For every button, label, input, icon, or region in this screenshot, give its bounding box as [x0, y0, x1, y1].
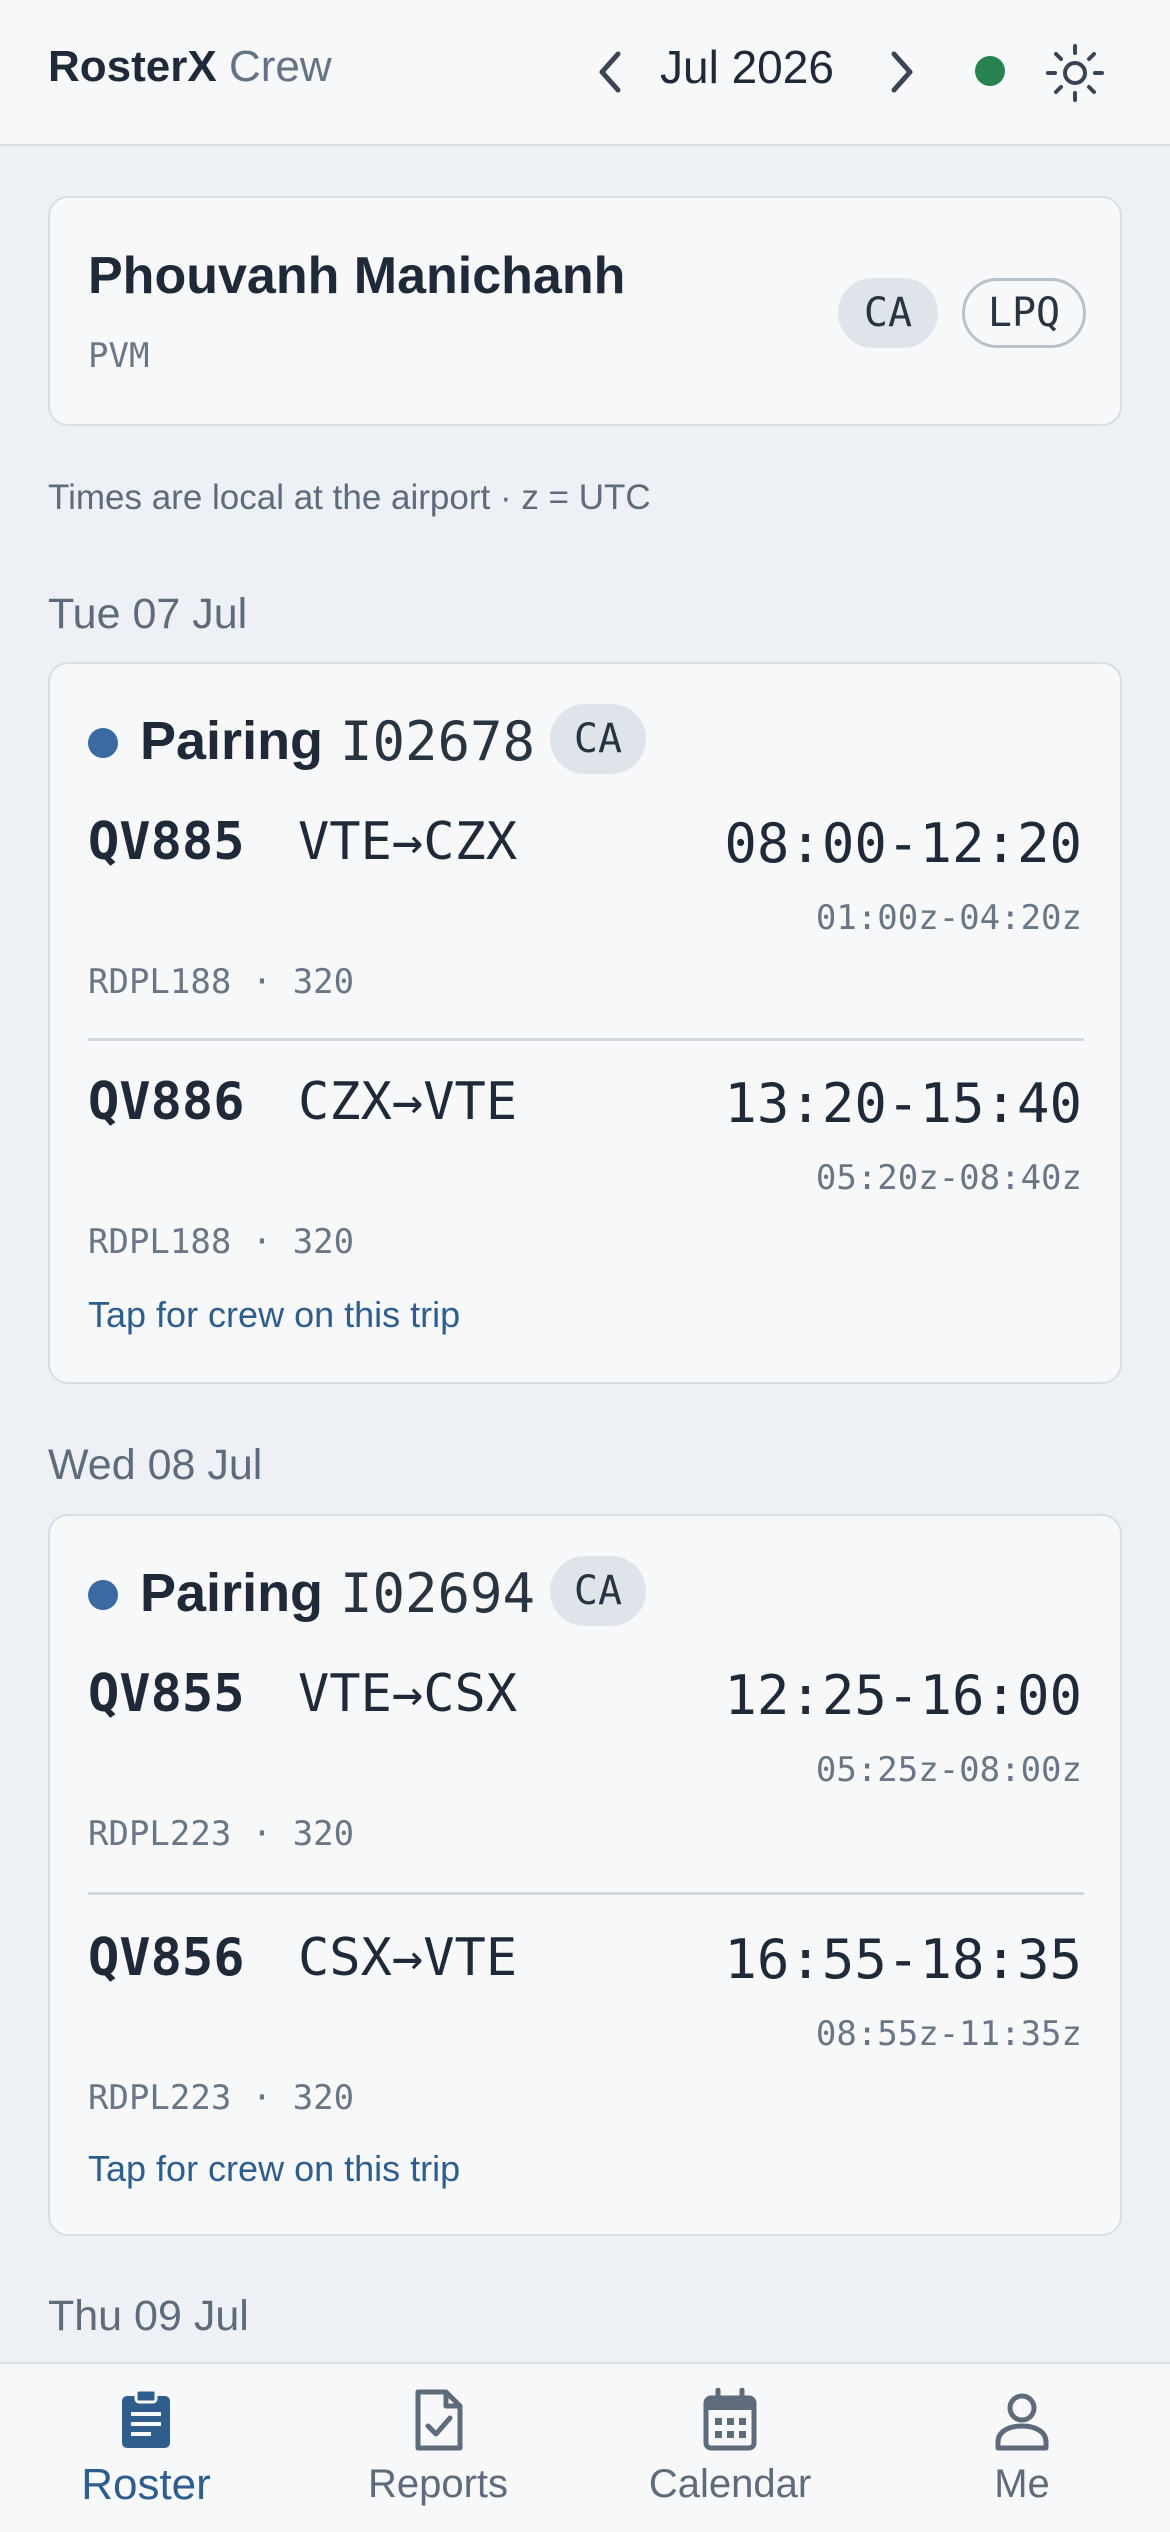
day-heading: Thu 09 Jul	[48, 2292, 249, 2340]
nav-reports[interactable]: Reports	[292, 2364, 584, 2532]
pairing-rank-badge: CA	[550, 704, 646, 774]
pairing-rank-badge: CA	[550, 1556, 646, 1626]
crew-code: PVM	[88, 336, 150, 376]
flight-utc-time: 05:20z-08:40z	[815, 1158, 1082, 1198]
day-heading: Tue 07 Jul	[48, 590, 248, 638]
pairing-status-dot	[88, 1580, 118, 1610]
brand-suffix: Crew	[228, 42, 332, 91]
nav-reports-label: Reports	[367, 2462, 509, 2506]
divider	[88, 1038, 1084, 1041]
flight-number: QV885	[88, 812, 245, 872]
calendar-icon	[703, 2388, 757, 2451]
flight-meta: RDPL188 · 320	[88, 1222, 355, 1262]
nav-me[interactable]: Me	[876, 2364, 1168, 2532]
flight-local-time: 12:25-16:00	[724, 1664, 1082, 1727]
pairing-id: I02678	[340, 710, 536, 773]
pairing-id: I02694	[340, 1562, 536, 1625]
nav-roster[interactable]: Roster	[0, 2364, 292, 2532]
timezone-note: Times are local at the airport · z = UTC	[48, 478, 651, 517]
base-badge: LPQ	[962, 278, 1086, 348]
profile-card: Phouvanh Manichanh PVM CA LPQ	[48, 196, 1122, 426]
flight-route: VTE→CSX	[298, 1664, 518, 1724]
flight-utc-time: 01:00z-04:20z	[815, 898, 1082, 938]
month-label: Jul 2026	[660, 41, 834, 93]
flight-meta: RDPL188 · 320	[88, 962, 355, 1002]
app-brand: RosterX Crew	[48, 42, 332, 92]
pairing-status-dot	[88, 728, 118, 758]
pairing-label: Pairing	[140, 1563, 324, 1623]
flight-local-time: 08:00-12:20	[724, 812, 1082, 875]
roster-icon	[122, 2388, 170, 2448]
rank-badge: CA	[838, 278, 938, 348]
reports-icon	[415, 2389, 463, 2451]
flight-row[interactable]: QV885 VTE→CZX 08:00-12:20 01:00z-04:20z …	[50, 812, 1120, 1072]
flight-utc-time: 08:55z-11:35z	[815, 2014, 1082, 2054]
pairing-card[interactable]: Pairing I02678 CA QV885 VTE→CZX 08:00-12…	[48, 662, 1122, 1384]
flight-number: QV886	[88, 1072, 245, 1132]
previous-month-button[interactable]	[590, 48, 630, 96]
flight-utc-time: 05:25z-08:00z	[815, 1750, 1082, 1790]
theme-toggle-sun-icon[interactable]	[1044, 42, 1106, 104]
nav-calendar[interactable]: Calendar	[584, 2364, 876, 2532]
flight-route: VTE→CZX	[298, 812, 518, 872]
pairing-card[interactable]: Pairing I02694 CA QV855 VTE→CSX 12:25-16…	[48, 1514, 1122, 2236]
flight-meta: RDPL223 · 320	[88, 2078, 355, 2118]
flight-meta: RDPL223 · 320	[88, 1814, 355, 1854]
top-bar: RosterX Crew Jul 2026	[0, 0, 1170, 146]
pairing-label: Pairing	[140, 711, 324, 771]
person-icon	[995, 2393, 1049, 2451]
sync-status-indicator	[975, 56, 1005, 86]
nav-calendar-label: Calendar	[648, 2462, 812, 2506]
flight-local-time: 16:55-18:35	[724, 1928, 1082, 1991]
flight-route: CSX→VTE	[298, 1928, 518, 1988]
divider	[88, 1892, 1084, 1895]
flight-number: QV855	[88, 1664, 245, 1724]
nav-me-label: Me	[994, 2462, 1050, 2506]
day-heading: Wed 08 Jul	[48, 1441, 263, 1489]
crew-on-trip-link[interactable]: Tap for crew on this trip	[88, 2148, 460, 2190]
crew-on-trip-link[interactable]: Tap for crew on this trip	[88, 1294, 460, 1336]
flight-row[interactable]: QV855 VTE→CSX 12:25-16:00 05:25z-08:00z …	[50, 1664, 1120, 1924]
bottom-navigation: Roster Reports Calendar Me	[0, 2362, 1170, 2532]
next-month-button[interactable]	[882, 48, 922, 96]
flight-route: CZX→VTE	[298, 1072, 518, 1132]
crew-name: Phouvanh Manichanh	[88, 247, 626, 305]
brand-name: RosterX	[48, 42, 217, 91]
flight-local-time: 13:20-15:40	[724, 1072, 1082, 1135]
flight-row[interactable]: QV886 CZX→VTE 13:20-15:40 05:20z-08:40z …	[50, 1072, 1120, 1332]
flight-number: QV856	[88, 1928, 245, 1988]
nav-roster-label: Roster	[81, 2460, 211, 2509]
